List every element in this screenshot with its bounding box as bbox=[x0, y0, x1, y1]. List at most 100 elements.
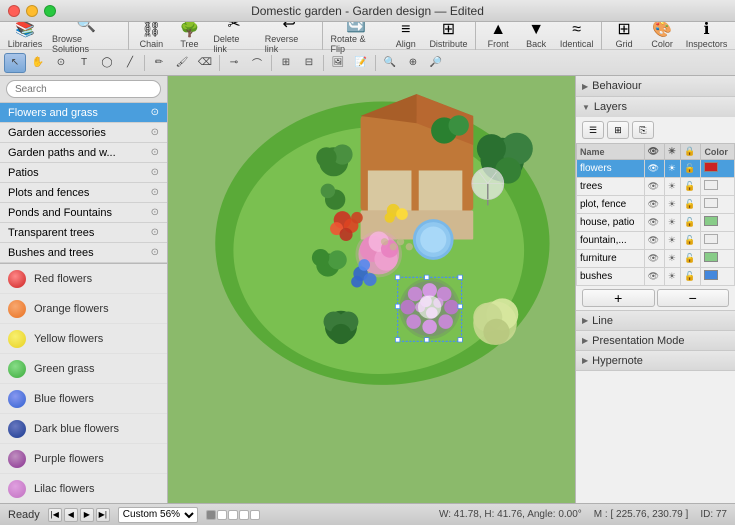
list-item[interactable]: Green grass bbox=[0, 354, 167, 384]
list-item[interactable]: Dark blue flowers bbox=[0, 414, 167, 444]
category-ponds[interactable]: Ponds and Fountains ⊙ bbox=[0, 203, 167, 223]
zoom-in-tool[interactable]: 🔍 bbox=[379, 53, 401, 73]
list-item[interactable]: Purple flowers bbox=[0, 444, 167, 474]
text-tool[interactable]: T bbox=[73, 53, 95, 73]
toolbar-back[interactable]: ▼ Back bbox=[518, 20, 554, 51]
garden-canvas[interactable] bbox=[168, 76, 575, 389]
layer-row[interactable]: trees 👁 ☀ 🔓 bbox=[577, 178, 735, 196]
line-section[interactable]: ▶ Line bbox=[576, 311, 735, 331]
layer-lock[interactable]: 🔓 bbox=[681, 214, 701, 232]
page-dot-1[interactable] bbox=[206, 510, 216, 520]
layer-color[interactable] bbox=[701, 268, 735, 286]
toolbar-grid[interactable]: ⊞ Grid bbox=[606, 20, 642, 51]
pencil-tool[interactable]: ✏ bbox=[148, 53, 170, 73]
layer-lock[interactable]: 🔓 bbox=[681, 160, 701, 178]
layer-color[interactable] bbox=[701, 232, 735, 250]
list-item[interactable]: Yellow flowers bbox=[0, 324, 167, 354]
layer-visible[interactable]: 👁 bbox=[644, 268, 664, 286]
category-plots-fences[interactable]: Plots and fences ⊙ bbox=[0, 183, 167, 203]
category-bushes-trees[interactable]: Bushes and trees ⊙ bbox=[0, 243, 167, 263]
eraser-tool[interactable]: ⌫ bbox=[194, 53, 216, 73]
layer-lock[interactable]: 🔓 bbox=[681, 178, 701, 196]
layer-print[interactable]: ☀ bbox=[664, 232, 681, 250]
layer-lock[interactable]: 🔓 bbox=[681, 232, 701, 250]
toolbar-libraries[interactable]: 📚 Libraries bbox=[4, 20, 46, 51]
layer-visible[interactable]: 👁 bbox=[644, 160, 664, 178]
next-page-button[interactable]: ▶ bbox=[80, 508, 94, 522]
prev-page-button[interactable]: ◀ bbox=[64, 508, 78, 522]
layer-list-view-button[interactable]: ☰ bbox=[582, 121, 604, 139]
behaviour-header[interactable]: ▶ Behaviour bbox=[576, 76, 735, 96]
search-input[interactable] bbox=[15, 84, 152, 95]
last-page-button[interactable]: ▶| bbox=[96, 508, 110, 522]
select-tool[interactable]: ↖ bbox=[4, 53, 26, 73]
zoom-fit-tool[interactable]: ⊕ bbox=[402, 53, 424, 73]
layer-print[interactable]: ☀ bbox=[664, 214, 681, 232]
toolbar-front[interactable]: ▲ Front bbox=[480, 20, 516, 51]
toolbar-color[interactable]: 🎨 Color bbox=[644, 20, 680, 51]
category-patios[interactable]: Patios ⊙ bbox=[0, 163, 167, 183]
page-dot-2[interactable] bbox=[217, 510, 227, 520]
layer-color[interactable] bbox=[701, 214, 735, 232]
table-tool[interactable]: ⊟ bbox=[298, 53, 320, 73]
page-dot-5[interactable] bbox=[250, 510, 260, 520]
layer-print[interactable]: ☀ bbox=[664, 250, 681, 268]
zoom-selector[interactable]: Custom 56% bbox=[118, 507, 198, 523]
first-page-button[interactable]: |◀ bbox=[48, 508, 62, 522]
layer-visible[interactable]: 👁 bbox=[644, 250, 664, 268]
list-item[interactable]: Orange flowers bbox=[0, 294, 167, 324]
line-tool[interactable]: ╱ bbox=[119, 53, 141, 73]
layer-color[interactable] bbox=[701, 160, 735, 178]
connect-tool[interactable]: ⊸ bbox=[223, 53, 245, 73]
layer-visible[interactable]: 👁 bbox=[644, 178, 664, 196]
hypernote-section[interactable]: ▶ Hypernote bbox=[576, 351, 735, 371]
layer-row[interactable]: plot, fence 👁 ☀ 🔓 bbox=[577, 196, 735, 214]
layer-visible[interactable]: 👁 bbox=[644, 232, 664, 250]
zoom-out-tool[interactable]: 🔎 bbox=[425, 53, 447, 73]
minimize-button[interactable] bbox=[26, 5, 38, 17]
category-transparent-trees[interactable]: Transparent trees ⊙ bbox=[0, 223, 167, 243]
toolbar-identical[interactable]: ≈ Identical bbox=[556, 20, 597, 51]
window-controls[interactable] bbox=[8, 5, 56, 17]
toolbar-chain[interactable]: ⛓ Chain bbox=[133, 20, 169, 51]
layer-print[interactable]: ☀ bbox=[664, 160, 681, 178]
layer-lock[interactable]: 🔓 bbox=[681, 268, 701, 286]
page-dot-3[interactable] bbox=[228, 510, 238, 520]
zoom-tool[interactable]: ⊙ bbox=[50, 53, 72, 73]
category-garden-paths[interactable]: Garden paths and w... ⊙ bbox=[0, 143, 167, 163]
image-tool[interactable]: 🖼 bbox=[327, 53, 349, 73]
maximize-button[interactable] bbox=[44, 5, 56, 17]
toolbar-distribute[interactable]: ⊞ Distribute bbox=[426, 20, 471, 51]
layer-color[interactable] bbox=[701, 250, 735, 268]
layers-header[interactable]: ▼ Layers bbox=[576, 97, 735, 117]
layer-print[interactable]: ☀ bbox=[664, 268, 681, 286]
layer-print[interactable]: ☀ bbox=[664, 196, 681, 214]
layer-lock[interactable]: 🔓 bbox=[681, 196, 701, 214]
pan-tool[interactable]: ✋ bbox=[27, 53, 49, 73]
add-layer-button[interactable]: + bbox=[582, 289, 655, 307]
layer-row[interactable]: house, patio 👁 ☀ 🔓 bbox=[577, 214, 735, 232]
layer-row[interactable]: fountain,... 👁 ☀ 🔓 bbox=[577, 232, 735, 250]
layer-print[interactable]: ☀ bbox=[664, 178, 681, 196]
list-item[interactable]: Lilac flowers bbox=[0, 474, 167, 503]
bezier-tool[interactable]: ⌒ bbox=[246, 53, 268, 73]
search-box[interactable] bbox=[6, 80, 161, 98]
category-flowers-and-grass[interactable]: Flowers and grass ⊙ bbox=[0, 103, 167, 123]
remove-layer-button[interactable]: − bbox=[657, 289, 730, 307]
note-tool[interactable]: 📝 bbox=[350, 53, 372, 73]
canvas-area[interactable] bbox=[168, 76, 575, 503]
toolbar-inspectors[interactable]: ℹ Inspectors bbox=[682, 20, 731, 51]
toolbar-align[interactable]: ≡ Align bbox=[388, 20, 424, 51]
layer-row[interactable]: furniture 👁 ☀ 🔓 bbox=[577, 250, 735, 268]
layer-visible[interactable]: 👁 bbox=[644, 214, 664, 232]
category-garden-accessories[interactable]: Garden accessories ⊙ bbox=[0, 123, 167, 143]
layer-color[interactable] bbox=[701, 196, 735, 214]
toolbar-tree[interactable]: 🌳 Tree bbox=[171, 20, 207, 51]
grid-view-tool[interactable]: ⊞ bbox=[275, 53, 297, 73]
layer-grid-view-button[interactable]: ⊞ bbox=[607, 121, 629, 139]
layer-copy-button[interactable]: ⎘ bbox=[632, 121, 654, 139]
brush-tool[interactable]: 🖌 bbox=[171, 53, 193, 73]
list-item[interactable]: Blue flowers bbox=[0, 384, 167, 414]
list-item[interactable]: Red flowers bbox=[0, 264, 167, 294]
layer-row[interactable]: flowers 👁 ☀ 🔓 bbox=[577, 160, 735, 178]
